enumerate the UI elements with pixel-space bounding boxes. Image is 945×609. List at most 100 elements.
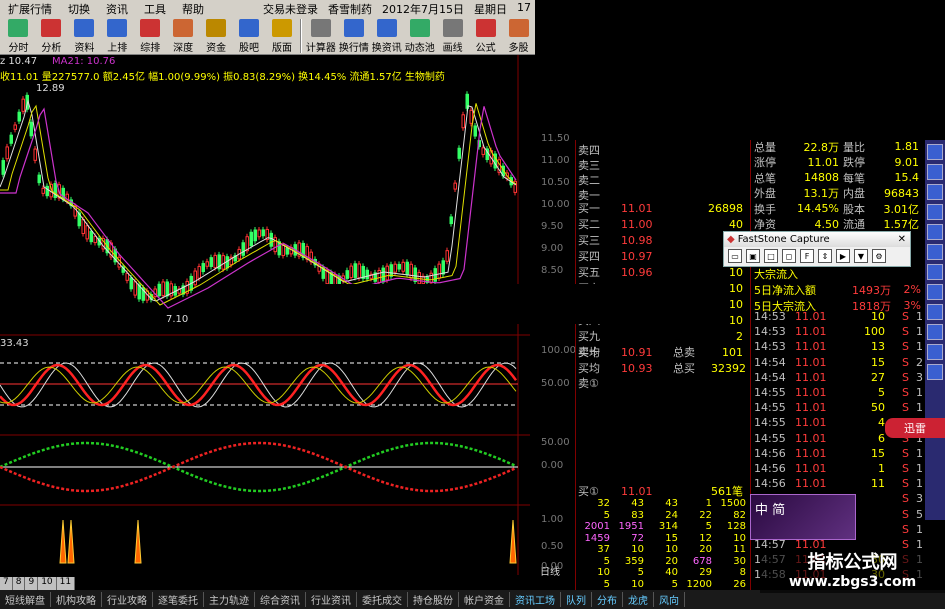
save-icon[interactable]: ▼: [854, 249, 868, 263]
login-status[interactable]: 交易未登录: [263, 1, 318, 17]
menu-item-extended[interactable]: 扩展行情: [0, 1, 60, 17]
capture-freehand-icon[interactable]: ◻: [782, 249, 796, 263]
toolbar-button-2[interactable]: 资料: [68, 17, 101, 54]
tick-vol: 4: [878, 416, 885, 430]
toolbar-button-13[interactable]: 画线: [436, 17, 469, 54]
menu-item-news[interactable]: 资讯: [98, 1, 136, 17]
bid1-queue-row[interactable]: 买① 11.01 561笔: [576, 483, 751, 499]
bottom-tab[interactable]: 行业攻略: [102, 592, 153, 607]
capture-video-icon[interactable]: ▶: [836, 249, 850, 263]
tick-n: 1: [916, 522, 923, 536]
day-tab[interactable]: 11: [56, 577, 76, 590]
toolbar-button-4[interactable]: 综排: [134, 17, 167, 54]
toolbar-button-14[interactable]: 公式: [469, 17, 502, 54]
xunlei-button[interactable]: 迅雷: [885, 418, 945, 438]
tick-pr: 11.01: [795, 370, 827, 384]
tick-pr: 11.01: [795, 355, 827, 369]
bottom-tab[interactable]: 龙虎: [623, 592, 654, 607]
order-book-panel: 卖四卖三卖二卖一买一11.0126898买二11.0040买三10.9810买四…: [575, 140, 750, 592]
capture-scroll-icon[interactable]: ⇕: [818, 249, 832, 263]
toolbar-button-8[interactable]: 版面: [266, 17, 299, 54]
toolbar-button-11[interactable]: 换资讯: [370, 17, 403, 54]
bid-row[interactable]: 买二 11.00 40: [576, 216, 751, 232]
day-tab[interactable]: 8: [12, 577, 26, 590]
side-function-icon[interactable]: [927, 184, 943, 200]
side-function-icon[interactable]: [927, 264, 943, 280]
menu-item-help[interactable]: 帮助: [174, 1, 212, 17]
tick-bs: S: [902, 355, 909, 369]
toolbar-button-6[interactable]: 资金: [200, 17, 233, 54]
toolbar-button-15[interactable]: 多股: [502, 17, 535, 54]
ask-row[interactable]: 卖四: [576, 142, 751, 158]
queue-cell: 22: [699, 509, 712, 521]
bottom-tab[interactable]: 风向: [654, 592, 685, 607]
bottom-tab[interactable]: 持仓股份: [408, 592, 459, 607]
side-function-icon[interactable]: [927, 344, 943, 360]
bottom-tab[interactable]: 行业资讯: [306, 592, 357, 607]
toolbar-button-3[interactable]: 上排: [101, 17, 134, 54]
bottom-tab[interactable]: 队列: [561, 592, 592, 607]
settings-icon[interactable]: ⚙: [872, 249, 886, 263]
bottom-tab[interactable]: 机构攻略: [51, 592, 102, 607]
close-icon[interactable]: ✕: [898, 234, 910, 245]
queue-cell: 20: [699, 544, 712, 555]
tick-pr: 11.01: [795, 340, 827, 354]
bottom-tab[interactable]: 主力轨迹: [204, 592, 255, 607]
day-tab[interactable]: 10: [38, 577, 57, 590]
capture-window-icon[interactable]: ▭: [728, 249, 742, 263]
bottom-tab[interactable]: 逐笔委托: [153, 592, 204, 607]
bottom-tab[interactable]: 综合资讯: [255, 592, 306, 607]
faststone-toolbar[interactable]: ◆ FastStone Capture ✕ ▭ ▣ □ ◻ F ⇕ ▶ ▼ ⚙: [723, 231, 911, 267]
tick-pr: 11.01: [795, 416, 827, 430]
toolbar-button-7[interactable]: 股吧: [233, 17, 266, 54]
ime-popup[interactable]: 中 简: [750, 494, 856, 540]
day-tab[interactable]: 9: [25, 577, 39, 590]
ask1-queue-row[interactable]: 卖①: [576, 375, 751, 391]
side-function-icon[interactable]: [927, 324, 943, 340]
bottom-tab[interactable]: 短线解盘: [0, 592, 51, 607]
side-function-icon[interactable]: [927, 364, 943, 380]
toolbar-button-10[interactable]: 换行情: [337, 17, 370, 54]
toolbar-label: 版面: [271, 43, 292, 54]
menu-item-tools[interactable]: 工具: [136, 1, 174, 17]
bottom-tab[interactable]: 分布: [592, 592, 623, 607]
side-function-icon[interactable]: [927, 144, 943, 160]
bid-row[interactable]: 买一 11.01 26898: [576, 200, 751, 216]
tick-row: 14:54 11.01 27 S 3: [751, 370, 926, 385]
tick-row: 14:55 11.01 50 S 1: [751, 400, 926, 415]
capture-full-icon[interactable]: F: [800, 249, 814, 263]
capture-object-icon[interactable]: ▣: [746, 249, 760, 263]
axis-tick-label: 0.00: [541, 460, 564, 471]
day-tab[interactable]: 7: [0, 577, 13, 590]
capture-rect-icon[interactable]: □: [764, 249, 778, 263]
toolbar-button-9[interactable]: 计算器: [304, 17, 337, 54]
candle-body: [193, 270, 197, 286]
side-function-icon[interactable]: [927, 304, 943, 320]
stat-k1: 外盘: [754, 187, 776, 200]
bid-row-l: 买九: [578, 330, 600, 343]
ask-row[interactable]: 卖三: [576, 157, 751, 173]
toolbar-button-5[interactable]: 深度: [167, 17, 200, 54]
side-function-icon[interactable]: [927, 284, 943, 300]
bottom-tab[interactable]: 帐户资金: [459, 592, 510, 607]
bid-row[interactable]: 买九 2: [576, 328, 751, 344]
candle-body: [13, 124, 17, 130]
candle-body: [393, 263, 397, 273]
side-function-icon[interactable]: [927, 204, 943, 220]
stat-v2: 1.57亿: [883, 218, 920, 231]
bottom-tab[interactable]: 资讯工场: [510, 592, 561, 607]
faststone-titlebar[interactable]: ◆ FastStone Capture ✕: [724, 232, 910, 247]
candle-body: [445, 250, 449, 262]
toolbar-button-1[interactable]: 分析: [35, 17, 68, 54]
bottom-tab[interactable]: 委托成交: [357, 592, 408, 607]
tick-vol: 100: [864, 325, 885, 339]
toolbar-button-12[interactable]: 动态池: [403, 17, 436, 54]
stat-row: 净资 4.50 流通 1.57亿: [751, 217, 926, 232]
tick-vol: 15: [871, 446, 885, 460]
ask-row[interactable]: 卖二: [576, 172, 751, 188]
menu-item-switch[interactable]: 切换: [60, 1, 98, 17]
side-function-icon[interactable]: [927, 244, 943, 260]
toolbar-button-0[interactable]: 分时: [2, 17, 35, 54]
side-function-icon[interactable]: [927, 164, 943, 180]
side-function-icon[interactable]: [927, 224, 943, 240]
